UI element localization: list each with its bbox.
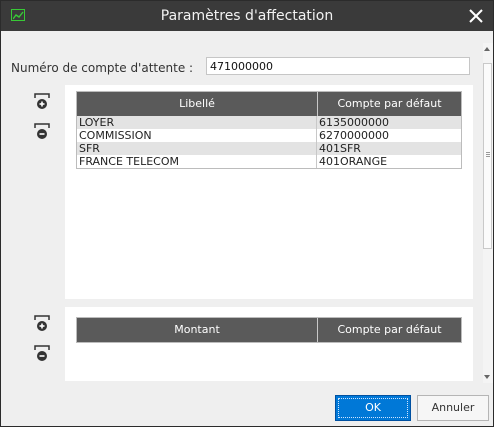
remove-row-button-1[interactable] bbox=[31, 121, 53, 143]
column-header-compte[interactable]: Compte par défaut bbox=[318, 318, 461, 342]
cancel-button[interactable]: Annuler bbox=[417, 395, 489, 421]
amounts-table: Montant Compte par défaut bbox=[76, 317, 462, 343]
table-header: Libellé Compte par défaut bbox=[77, 92, 461, 116]
scroll-up-icon[interactable] bbox=[484, 47, 490, 51]
amount-accounts-panel: Montant Compte par défaut bbox=[65, 307, 473, 381]
cell-libelle: LOYER bbox=[77, 116, 317, 129]
labels-table: Libellé Compte par défaut LOYER 61350000… bbox=[76, 91, 462, 169]
column-header-montant[interactable]: Montant bbox=[77, 318, 318, 342]
table-row[interactable]: FRANCE TELECOM 401ORANGE bbox=[77, 155, 461, 168]
remove-row-icon bbox=[34, 123, 50, 139]
cell-libelle: COMMISSION bbox=[77, 129, 317, 142]
remove-row-icon bbox=[34, 345, 50, 361]
table-row[interactable]: SFR 401SFR bbox=[77, 142, 461, 155]
table-header: Montant Compte par défaut bbox=[77, 318, 461, 342]
table-row[interactable]: COMMISSION 6270000000 bbox=[77, 129, 461, 142]
cell-libelle: FRANCE TELECOM bbox=[77, 155, 317, 168]
dialog-title: Paramètres d'affectation bbox=[160, 8, 334, 24]
column-header-compte[interactable]: Compte par défaut bbox=[318, 92, 461, 116]
account-input[interactable]: 471000000 bbox=[206, 57, 470, 75]
cell-compte: 6135000000 bbox=[319, 116, 389, 129]
scroll-thumb[interactable] bbox=[483, 63, 492, 249]
remove-row-button-2[interactable] bbox=[31, 343, 53, 365]
cell-libelle: SFR bbox=[77, 142, 317, 155]
dialog-window: Paramètres d'affectation Numéro de compt… bbox=[0, 0, 494, 427]
cell-compte: 6270000000 bbox=[319, 129, 389, 142]
default-accounts-panel: Libellé Compte par défaut LOYER 61350000… bbox=[65, 85, 473, 299]
title-bar[interactable]: Paramètres d'affectation bbox=[1, 1, 493, 31]
ok-button[interactable]: OK bbox=[335, 395, 411, 421]
add-row-button-2[interactable] bbox=[31, 313, 53, 335]
column-header-libelle[interactable]: Libellé bbox=[77, 92, 318, 116]
table-row[interactable]: LOYER 6135000000 bbox=[77, 116, 461, 129]
scroll-down-icon[interactable] bbox=[484, 375, 490, 379]
vertical-scrollbar[interactable] bbox=[483, 43, 493, 383]
cell-compte: 401ORANGE bbox=[319, 155, 388, 168]
add-row-icon bbox=[34, 93, 50, 109]
close-icon bbox=[469, 9, 483, 23]
close-button[interactable] bbox=[465, 5, 487, 27]
add-row-icon bbox=[34, 315, 50, 331]
add-row-button-1[interactable] bbox=[31, 91, 53, 113]
cell-compte: 401SFR bbox=[319, 142, 361, 155]
account-label: Numéro de compte d'attente : bbox=[11, 61, 194, 75]
